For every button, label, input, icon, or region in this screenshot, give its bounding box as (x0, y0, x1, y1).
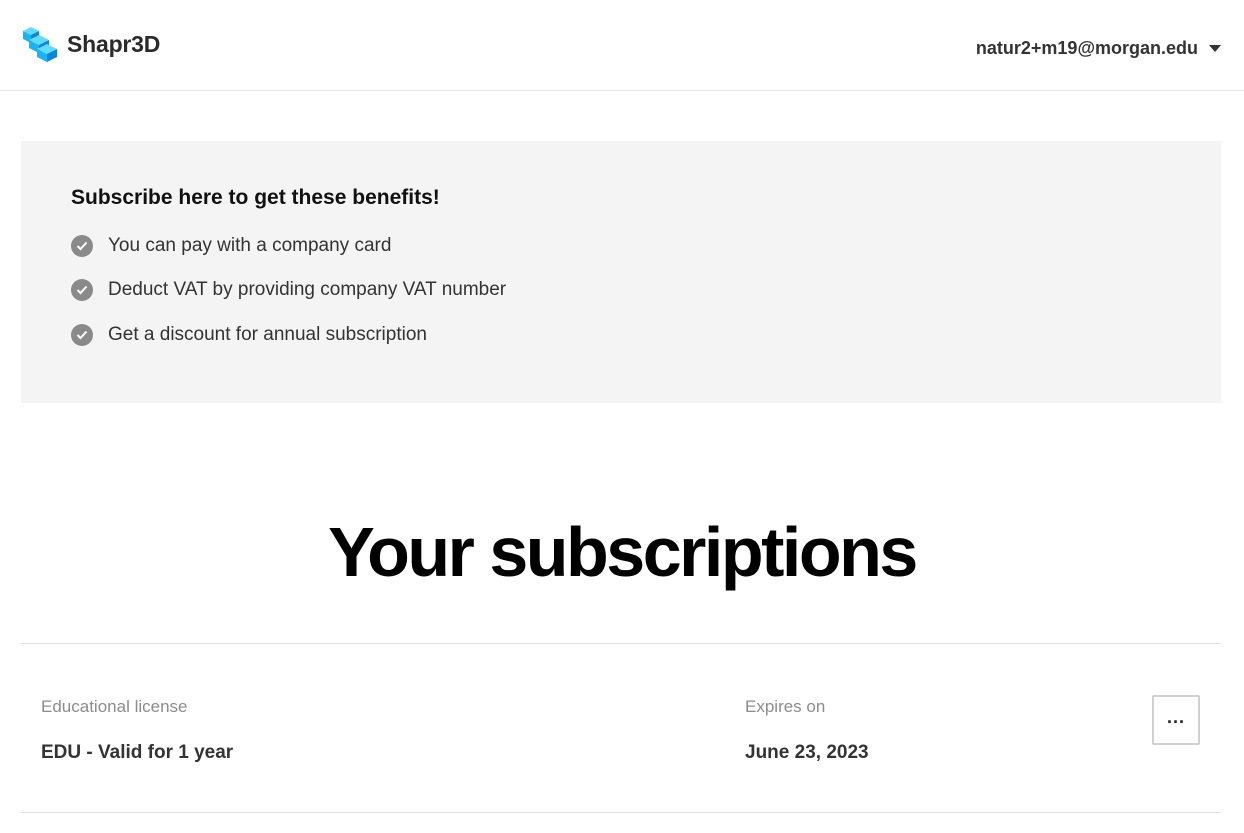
benefit-label: You can pay with a company card (108, 235, 392, 256)
expiry-value: June 23, 2023 (745, 742, 869, 763)
page-title: Your subscriptions (328, 513, 918, 591)
license-type-value: EDU - Valid for 1 year (41, 742, 234, 763)
benefit-label: Get a discount for annual subscription (108, 324, 427, 345)
chevron-down-icon (1209, 44, 1221, 52)
account-email: natur2+m19@morgan.edu (975, 37, 1198, 58)
expiry-label: Expires on (745, 697, 826, 716)
benefit-label: Deduct VAT by providing company VAT numb… (108, 279, 507, 300)
benefits-panel: Subscribe here to get these benefits! Yo… (21, 141, 1221, 403)
benefit-item: You can pay with a company card (71, 234, 391, 258)
account-menu[interactable]: natur2+m19@morgan.edu (976, 36, 1221, 60)
check-circle-icon (71, 235, 93, 257)
benefit-item: Get a discount for annual subscription (71, 323, 427, 347)
benefit-item: Deduct VAT by providing company VAT numb… (71, 278, 506, 302)
license-type-label: Educational license (41, 697, 188, 716)
logo-text: Shapr3D (67, 30, 161, 57)
more-options-button[interactable]: ... (1152, 695, 1200, 745)
divider (21, 643, 1221, 644)
top-bar: Shapr3D natur2+m19@morgan.edu (0, 0, 1244, 91)
benefits-title: Subscribe here to get these benefits! (71, 186, 440, 209)
divider (21, 812, 1221, 813)
check-circle-icon (71, 324, 93, 346)
check-circle-icon (71, 279, 93, 301)
shapr3d-logo-icon (23, 27, 57, 62)
logo-link[interactable]: Shapr3D (21, 24, 160, 64)
